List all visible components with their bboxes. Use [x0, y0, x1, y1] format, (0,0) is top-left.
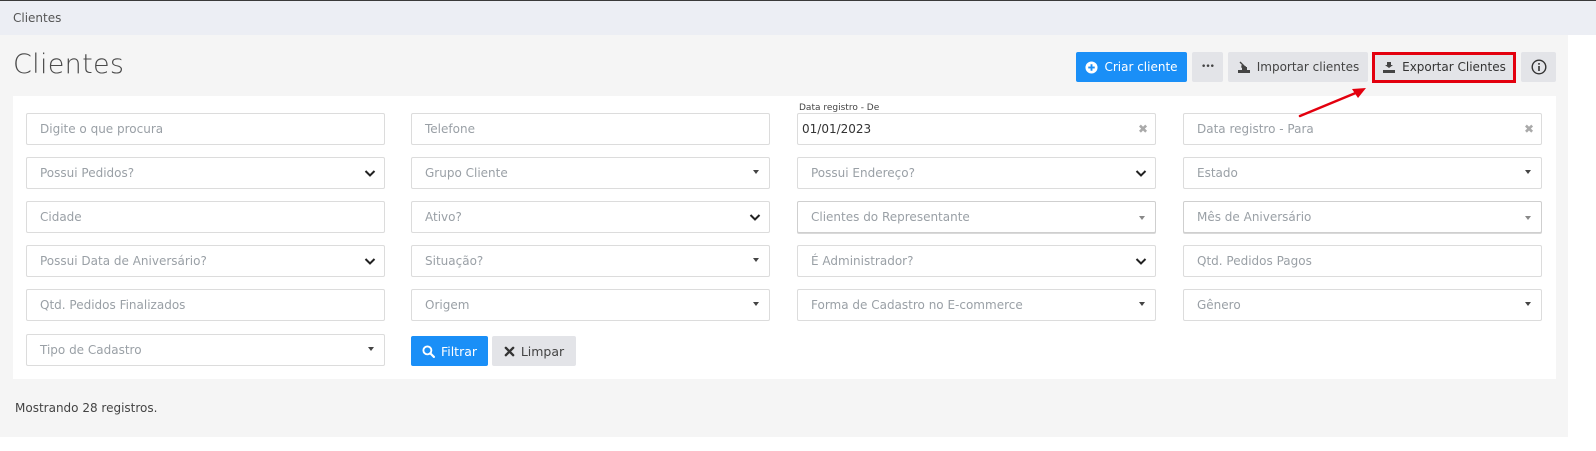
- page: Clientes Clientes Criar cliente ••• Impo…: [0, 0, 1596, 451]
- administrador-label: É Administrador?: [811, 254, 914, 268]
- estado-label: Estado: [1197, 166, 1238, 180]
- chevron-down-icon: [364, 258, 376, 265]
- annotation-arrow-icon: [1298, 88, 1366, 118]
- import-clients-label: Importar clientes: [1256, 60, 1360, 74]
- search-icon: [422, 344, 435, 358]
- caret-down-icon: [1139, 216, 1145, 220]
- cidade-placeholder: Cidade: [40, 210, 82, 224]
- situacao-label: Situação?: [425, 254, 484, 268]
- forma-cadastro-select[interactable]: Forma de Cadastro no E-commerce: [797, 289, 1156, 321]
- chevron-down-icon: [1135, 170, 1147, 177]
- chevron-down-icon: [1135, 258, 1147, 265]
- telefone-input[interactable]: Telefone: [411, 113, 770, 145]
- info-icon: [1530, 59, 1547, 75]
- clear-filters-button[interactable]: Limpar: [492, 336, 576, 366]
- caret-down-icon: [368, 347, 374, 351]
- possui-data-aniversario-select[interactable]: Possui Data de Aniversário?: [26, 245, 385, 277]
- export-clients-label: Exportar Clientes: [1402, 60, 1506, 74]
- possui-endereco-select[interactable]: Possui Endereço?: [797, 157, 1156, 189]
- situacao-select[interactable]: Situação?: [411, 245, 770, 277]
- breadcrumb-bar: Clientes: [0, 0, 1596, 35]
- import-clients-button[interactable]: Importar clientes: [1228, 52, 1368, 82]
- data-de-input[interactable]: 01/01/2023 ✖: [797, 113, 1156, 145]
- breadcrumb[interactable]: Clientes: [13, 11, 61, 25]
- search-placeholder: Digite o que procura: [40, 122, 164, 136]
- caret-down-icon: [753, 258, 759, 262]
- caret-down-icon: [1525, 302, 1531, 306]
- clear-icon[interactable]: ✖: [1138, 122, 1148, 136]
- ellipsis-icon: •••: [1201, 62, 1215, 72]
- possui-pedidos-label: Possui Pedidos?: [40, 166, 135, 180]
- cidade-input[interactable]: Cidade: [26, 201, 385, 233]
- caret-down-icon: [1139, 302, 1145, 306]
- caret-down-icon: [753, 170, 759, 174]
- possui-pedidos-select[interactable]: Possui Pedidos?: [26, 157, 385, 189]
- data-de-value: 01/01/2023: [802, 122, 872, 136]
- data-de-label: Data registro - De: [799, 103, 880, 113]
- possui-endereco-label: Possui Endereço?: [811, 166, 915, 180]
- estado-select[interactable]: Estado: [1183, 157, 1542, 189]
- mes-aniversario-select[interactable]: Mês de Aniversário: [1183, 201, 1542, 233]
- clientes-representante-label: Clientes do Representante: [811, 210, 970, 224]
- origem-label: Origem: [425, 298, 470, 312]
- clear-filters-label: Limpar: [520, 343, 565, 359]
- search-input[interactable]: Digite o que procura: [26, 113, 385, 145]
- page-title: Clientes: [13, 49, 125, 80]
- filter-panel: Digite o que procura Telefone Data regis…: [13, 96, 1556, 379]
- import-icon: [1237, 61, 1251, 74]
- genero-label: Gênero: [1197, 298, 1241, 312]
- mes-aniversario-label: Mês de Aniversário: [1197, 210, 1312, 224]
- forma-cadastro-label: Forma de Cadastro no E-commerce: [811, 298, 1023, 312]
- qtd-pedidos-pagos-placeholder: Qtd. Pedidos Pagos: [1197, 254, 1312, 268]
- tipo-cadastro-label: Tipo de Cadastro: [40, 343, 142, 357]
- ativo-select[interactable]: Ativo?: [411, 201, 770, 233]
- caret-down-icon: [1525, 170, 1531, 174]
- create-client-button[interactable]: Criar cliente: [1076, 52, 1187, 82]
- chevron-down-icon: [364, 170, 376, 177]
- telefone-placeholder: Telefone: [425, 122, 475, 136]
- close-icon: [504, 346, 515, 357]
- clear-icon[interactable]: ✖: [1524, 122, 1534, 136]
- qtd-pedidos-finalizados-placeholder: Qtd. Pedidos Finalizados: [40, 298, 186, 312]
- export-clients-button[interactable]: Exportar Clientes: [1375, 52, 1513, 82]
- data-para-placeholder: Data registro - Para: [1197, 122, 1314, 136]
- grupo-cliente-label: Grupo Cliente: [425, 166, 508, 180]
- administrador-select[interactable]: É Administrador?: [797, 245, 1156, 277]
- qtd-pedidos-finalizados-input[interactable]: Qtd. Pedidos Finalizados: [26, 289, 385, 321]
- caret-down-icon: [753, 302, 759, 306]
- records-count: Mostrando 28 registros.: [15, 401, 158, 415]
- grupo-cliente-select[interactable]: Grupo Cliente: [411, 157, 770, 189]
- create-client-label: Criar cliente: [1104, 60, 1178, 74]
- qtd-pedidos-pagos-input[interactable]: Qtd. Pedidos Pagos: [1183, 245, 1542, 277]
- plus-circle-icon: [1085, 60, 1098, 74]
- more-options-button[interactable]: •••: [1192, 52, 1223, 82]
- chevron-down-icon: [749, 214, 761, 221]
- ativo-label: Ativo?: [425, 210, 462, 224]
- tipo-cadastro-select[interactable]: Tipo de Cadastro: [26, 334, 385, 366]
- export-icon: [1382, 61, 1396, 74]
- filter-button[interactable]: Filtrar: [411, 336, 488, 366]
- clientes-representante-select[interactable]: Clientes do Representante: [797, 201, 1156, 233]
- filter-label: Filtrar: [440, 343, 478, 359]
- possui-data-aniversario-label: Possui Data de Aniversário?: [40, 254, 207, 268]
- info-button[interactable]: [1521, 52, 1556, 82]
- genero-select[interactable]: Gênero: [1183, 289, 1542, 321]
- origem-select[interactable]: Origem: [411, 289, 770, 321]
- caret-down-icon: [1525, 216, 1531, 220]
